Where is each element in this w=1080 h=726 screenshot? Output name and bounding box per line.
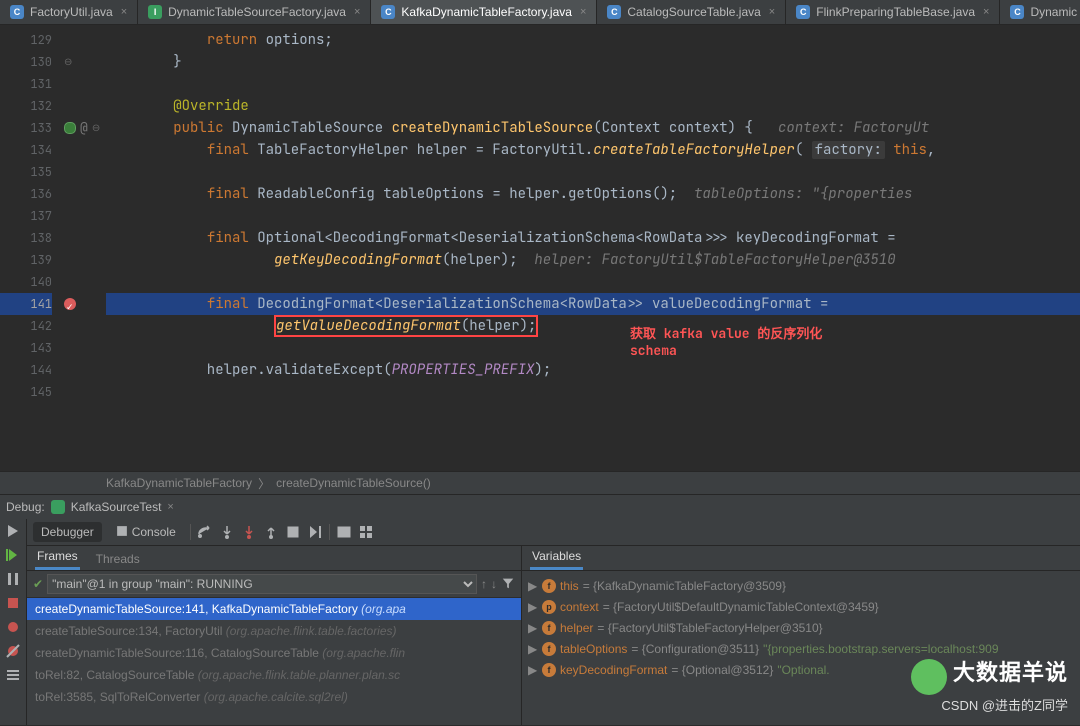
close-icon[interactable]: × xyxy=(769,6,775,18)
settings-icon[interactable] xyxy=(5,667,21,683)
step-out-icon[interactable] xyxy=(263,524,279,540)
code-area[interactable]: return options; } @Override public Dynam… xyxy=(106,25,1080,471)
stack-frames[interactable]: createDynamicTableSource:141, KafkaDynam… xyxy=(27,598,521,725)
tab-dynamictablesourcefactory[interactable]: IDynamicTableSourceFactory.java× xyxy=(138,0,371,24)
debug-toolbar: Debugger Console xyxy=(27,519,1080,546)
debugger-tab[interactable]: Debugger xyxy=(33,522,102,542)
drop-frame-icon[interactable] xyxy=(285,524,301,540)
debug-side-toolbar xyxy=(0,519,27,725)
force-step-into-icon[interactable] xyxy=(241,524,257,540)
tab-catalogsourcetable[interactable]: CCatalogSourceTable.java× xyxy=(597,0,786,24)
tab-factoryutil[interactable]: CFactoryUtil.java× xyxy=(0,0,138,24)
crumb-method[interactable]: createDynamicTableSource() xyxy=(270,476,437,490)
variables-tab[interactable]: Variables xyxy=(530,545,583,570)
close-icon[interactable]: × xyxy=(121,6,127,18)
thread-selector[interactable]: "main"@1 in group "main": RUNNING xyxy=(47,574,477,594)
mute-breakpoints-icon[interactable] xyxy=(5,643,21,659)
stack-frame[interactable]: toRel:3585, SqlToRelConverter (org.apach… xyxy=(27,686,521,708)
pause-icon[interactable] xyxy=(5,571,21,587)
code-editor[interactable]: 1291301311321331341351361371381391401411… xyxy=(0,25,1080,471)
line-gutter: 1291301311321331341351361371381391401411… xyxy=(0,25,58,471)
step-over-icon[interactable] xyxy=(197,524,213,540)
resume-icon[interactable] xyxy=(5,547,21,563)
threads-tab[interactable]: Threads xyxy=(94,548,142,570)
view-breakpoints-icon[interactable] xyxy=(5,619,21,635)
close-icon[interactable]: × xyxy=(167,501,173,513)
stack-frame[interactable]: createDynamicTableSource:116, CatalogSou… xyxy=(27,642,521,664)
next-frame-icon[interactable]: ↓ xyxy=(491,577,497,591)
close-icon[interactable]: × xyxy=(983,6,989,18)
stack-frame[interactable]: toRel:82, CatalogSourceTable (org.apache… xyxy=(27,664,521,686)
test-icon xyxy=(51,500,65,514)
prev-frame-icon[interactable]: ↑ xyxy=(481,577,487,591)
variable-row[interactable]: ▶p context = {FactoryUtil$DefaultDynamic… xyxy=(528,596,1074,617)
variables-list[interactable]: ▶f this = {KafkaDynamicTableFactory@3509… xyxy=(522,571,1080,725)
variable-row[interactable]: ▶f helper = {FactoryUtil$TableFactoryHel… xyxy=(528,617,1074,638)
tab-kafkadynamictablefactory[interactable]: CKafkaDynamicTableFactory.java× xyxy=(371,0,597,24)
marker-gutter: ⊖ @ ⊖ xyxy=(58,25,106,471)
stop-icon[interactable] xyxy=(5,595,21,611)
step-into-icon[interactable] xyxy=(219,524,235,540)
annotation-text: 获取 kafka value 的反序列化schema xyxy=(630,323,822,359)
rerun-icon[interactable] xyxy=(5,523,21,539)
close-icon[interactable]: × xyxy=(354,6,360,18)
frames-tab[interactable]: Frames xyxy=(35,545,80,570)
close-icon[interactable]: × xyxy=(580,6,586,18)
tab-flinkpreparingtablebase[interactable]: CFlinkPreparingTableBase.java× xyxy=(786,0,1000,24)
debug-run-config[interactable]: KafkaSourceTest xyxy=(71,500,162,514)
trace-icon[interactable] xyxy=(358,524,374,540)
stack-frame[interactable]: createDynamicTableSource:141, KafkaDynam… xyxy=(27,598,521,620)
crumb-class[interactable]: KafkaDynamicTableFactory xyxy=(100,476,258,490)
variable-row[interactable]: ▶f tableOptions = {Configuration@3511} "… xyxy=(528,638,1074,659)
frames-pane: Frames Threads ✔ "main"@1 in group "main… xyxy=(27,546,522,725)
debug-label: Debug: xyxy=(6,500,45,514)
stack-frame[interactable]: createTableSource:134, FactoryUtil (org.… xyxy=(27,620,521,642)
editor-tabs: CFactoryUtil.java× IDynamicTableSourceFa… xyxy=(0,0,1080,25)
filter-icon[interactable] xyxy=(501,576,515,593)
breadcrumb[interactable]: KafkaDynamicTableFactory〉 createDynamicT… xyxy=(0,471,1080,494)
evaluate-expression-icon[interactable] xyxy=(336,524,352,540)
console-tab[interactable]: Console xyxy=(108,522,184,542)
variables-pane: Variables ▶f this = {KafkaDynamicTableFa… xyxy=(522,546,1080,725)
debug-panel: Debugger Console Frames Threads ✔ "main" xyxy=(0,519,1080,725)
debug-tab-bar: Debug: KafkaSourceTest × xyxy=(0,494,1080,519)
run-to-cursor-icon[interactable] xyxy=(307,524,323,540)
check-icon: ✔ xyxy=(33,577,43,591)
tab-dynamic[interactable]: CDynamic xyxy=(1000,0,1080,24)
variable-row[interactable]: ▶f this = {KafkaDynamicTableFactory@3509… xyxy=(528,575,1074,596)
variable-row[interactable]: ▶f keyDecodingFormat = {Optional@3512} "… xyxy=(528,659,1074,680)
